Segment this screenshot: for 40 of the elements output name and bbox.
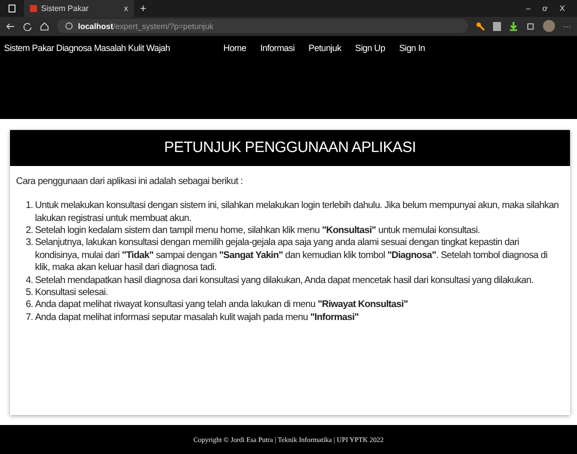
instruction-step: Anda dapat melihat riwayat konsultasi yang telah anda lakukan di menu "Riwayat Konsultasi" <box>35 299 408 312</box>
step-number: 2. <box>24 225 33 238</box>
nav-link[interactable]: Sign Up <box>355 42 386 53</box>
home-icon[interactable] <box>40 22 49 31</box>
step-number: 3. <box>24 237 33 250</box>
back-icon[interactable] <box>6 22 15 31</box>
tab-actions-icon[interactable] <box>8 4 16 13</box>
refresh-icon[interactable] <box>23 22 32 31</box>
instruction-step: Setelah login kedalam sistem dan tampil menu home, silahkan klik menu "Konsultasi" untuk memulai konsultasi. <box>35 225 480 238</box>
site-brand[interactable]: Sistem Pakar Diagnosa Masalah Kulit Wajah <box>4 42 170 53</box>
address-bar[interactable]: localhost/expert_system/?p=petunjuk <box>57 19 468 34</box>
page-heading: PETUNJUK PENGGUNAAN APLIKASI <box>10 130 570 166</box>
window-control-button[interactable]: X <box>560 4 565 13</box>
nav-link[interactable]: Home <box>223 42 246 53</box>
new-tab-button[interactable]: + <box>140 2 146 14</box>
extension-icon[interactable] <box>526 22 535 31</box>
instruction-step: Untuk melakukan konsultasi dengan sistem ini, silahkan melakukan login terlebih dahulu. Jika belum mempunyai akun, maka silahkan lakukan registrasi untuk membuat akun. <box>35 200 564 225</box>
browser-tab[interactable]: Sistem Pakar x <box>24 0 134 17</box>
nav-link[interactable]: Informasi <box>260 42 295 53</box>
profile-avatar-icon[interactable] <box>543 20 555 32</box>
step-number: 1. <box>24 200 33 214</box>
step-number: 5. <box>24 287 33 300</box>
step-number: 7. <box>24 312 33 324</box>
more-button[interactable]: ··· <box>563 22 571 31</box>
info-icon <box>65 22 73 30</box>
favicon-icon <box>30 5 37 12</box>
nav-link[interactable]: Sign In <box>399 42 425 53</box>
step-number: 6. <box>24 299 33 312</box>
intro-text: Cara penggunaan dari aplikasi ini adalah sebagai berikut : <box>16 176 244 188</box>
key-icon[interactable] <box>476 22 485 31</box>
window-control-button[interactable]: ơ <box>542 4 548 13</box>
notes-icon[interactable] <box>493 22 501 31</box>
instruction-step: Konsultasi selesai. <box>35 287 108 300</box>
nav-link[interactable]: Petunjuk <box>308 42 342 53</box>
window-control-button[interactable]: – <box>526 4 530 13</box>
instruction-step: Anda dapat melihat informasi seputar masalah kulit wajah pada menu "Informasi" <box>35 312 359 324</box>
instruction-step: Selanjutnya, lakukan konsultasi dengan memilih gejala-gejala apa saja yang anda alami sesuai dengan tingkat kepastin dari kondisinya, mulai dari "Tidak" sampai dengan "Sangat Yakin" dan kemudian klik tombol "Diagnosa". Setelah tombol diagnosa di klik, maka akan keluar hasil dari diagnosa tadi. <box>35 237 564 275</box>
download-icon[interactable] <box>509 22 518 31</box>
step-number: 4. <box>24 274 33 288</box>
instruction-step: Setelah mendapatkan hasil diagnosa dari konsultasi yang dilakukan, Anda dapat mencetak hasil dari konsultasi yang dilakukan. <box>35 274 534 288</box>
